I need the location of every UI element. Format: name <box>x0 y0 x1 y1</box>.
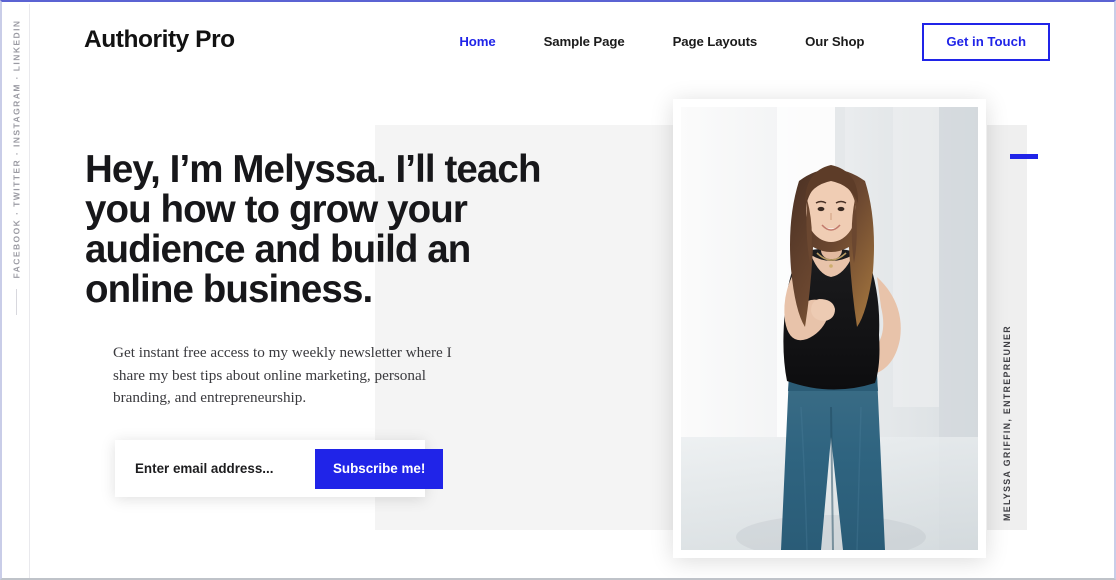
social-rail-inner: FACEBOOK · TWITTER · INSTAGRAM · LINKEDI… <box>4 4 30 294</box>
nav-item-sample-page[interactable]: Sample Page <box>520 23 649 61</box>
hero-headline: Hey, I’m Melyssa. I’ll teach you how to … <box>85 148 541 311</box>
woman-portrait-photo <box>681 107 978 550</box>
email-input[interactable] <box>115 440 315 497</box>
browser-page-frame: FACEBOOK · TWITTER · INSTAGRAM · LINKEDI… <box>0 0 1116 580</box>
newsletter-subscribe-form: Subscribe me! <box>115 440 444 497</box>
site-header: Authority Pro Home Sample Page Page Layo… <box>30 4 1114 78</box>
site-logo[interactable]: Authority Pro <box>84 26 235 54</box>
portrait-card <box>673 99 986 558</box>
rail-divider-line <box>16 289 17 315</box>
social-links-text[interactable]: FACEBOOK · TWITTER · INSTAGRAM · LINKEDI… <box>12 19 22 278</box>
get-in-touch-button[interactable]: Get in Touch <box>922 23 1050 61</box>
hero-subtext: Get instant free access to my weekly new… <box>113 344 452 406</box>
nav-item-page-layouts[interactable]: Page Layouts <box>649 23 782 61</box>
subscribe-button[interactable]: Subscribe me! <box>315 448 444 489</box>
nav-item-our-shop[interactable]: Our Shop <box>781 23 888 61</box>
portrait-caption-text: MELYSSA GRIFFIN, ENTREPREUNER <box>1002 325 1013 521</box>
social-links-rail: FACEBOOK · TWITTER · INSTAGRAM · LINKEDI… <box>4 4 30 578</box>
accent-bar-decoration <box>1010 154 1038 159</box>
portrait-caption: MELYSSA GRIFFIN, ENTREPREUNER <box>990 323 1024 523</box>
nav-item-home[interactable]: Home <box>435 23 519 61</box>
portrait-illustration <box>681 107 978 550</box>
hero-copy-block: Hey, I’m Melyssa. I’ll teach you how to … <box>85 150 545 410</box>
main-navigation: Home Sample Page Page Layouts Our Shop G… <box>435 23 1050 61</box>
hero-section: Hey, I’m Melyssa. I’ll teach you how to … <box>30 78 1114 578</box>
